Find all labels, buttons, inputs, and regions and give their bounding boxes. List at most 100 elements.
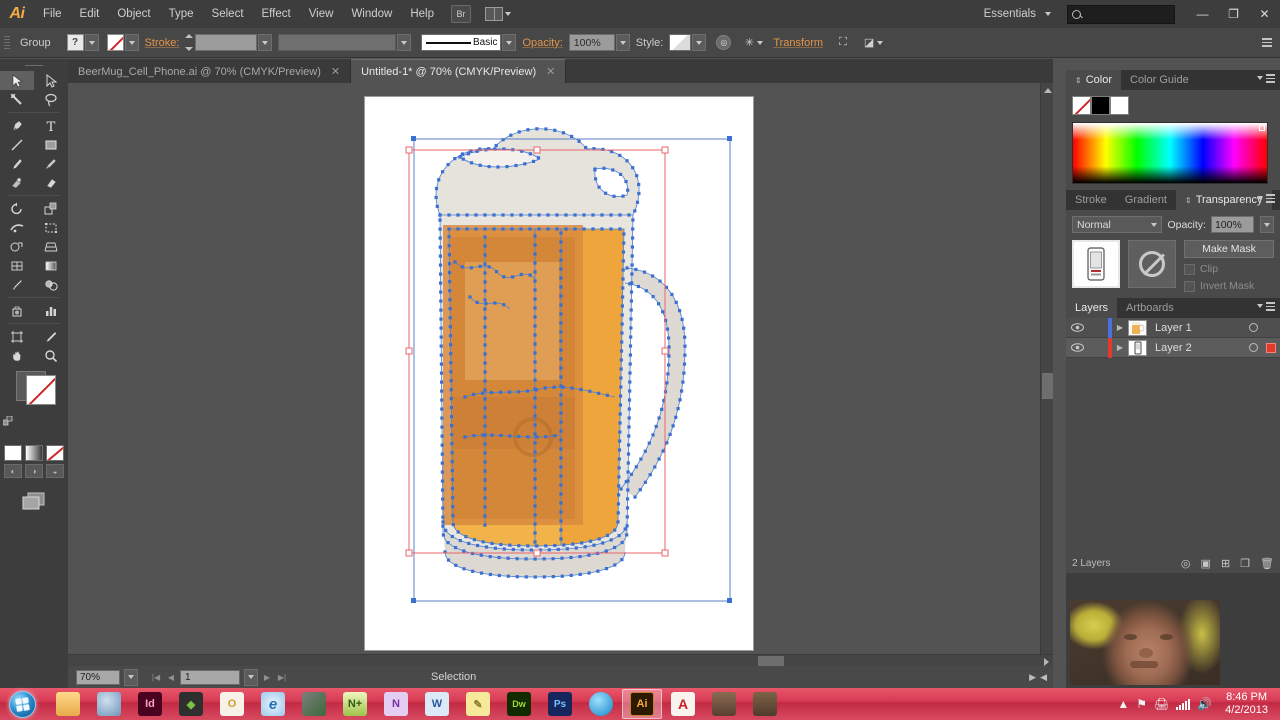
brush-definition-field[interactable]: Basic: [421, 34, 502, 51]
gradient-fill-button[interactable]: [25, 445, 43, 461]
symbol-sprayer-tool[interactable]: [0, 301, 34, 320]
brush-dropdown-arrow[interactable]: [502, 34, 517, 51]
paintbrush-tool[interactable]: [0, 154, 34, 173]
taskbar-microsoft-word[interactable]: W: [417, 689, 457, 719]
gradient-tool[interactable]: [34, 256, 68, 275]
layer-target-icon[interactable]: [1244, 343, 1262, 352]
menu-edit[interactable]: Edit: [71, 0, 109, 28]
layer-name[interactable]: Layer 2: [1147, 342, 1244, 354]
type-tool[interactable]: T: [34, 116, 68, 135]
none-fill-button[interactable]: [46, 445, 64, 461]
horizontal-scroll-thumb[interactable]: [758, 656, 784, 666]
draw-behind-button[interactable]: ◑: [25, 464, 43, 478]
clip-checkbox-row[interactable]: Clip: [1184, 263, 1274, 275]
vertical-scroll-thumb[interactable]: [1042, 373, 1053, 399]
draw-normal-button[interactable]: ◐: [4, 464, 22, 478]
zoom-tool[interactable]: [34, 346, 68, 365]
stroke-label[interactable]: Stroke:: [145, 37, 180, 49]
invert-mask-checkbox-row[interactable]: Invert Mask: [1184, 280, 1274, 292]
zoom-dropdown-arrow[interactable]: [124, 668, 138, 686]
menu-type[interactable]: Type: [160, 0, 203, 28]
document-tab-beermug[interactable]: BeerMug_Cell_Phone.ai @ 70% (CMYK/Previe…: [68, 59, 352, 83]
next-artboard-button[interactable]: ▶: [261, 670, 273, 684]
action-center-flag-icon[interactable]: ⚑: [1136, 697, 1147, 711]
menu-effect[interactable]: Effect: [253, 0, 300, 28]
create-sublayer-icon[interactable]: ⊞: [1221, 557, 1230, 570]
taskbar-adobe-indesign[interactable]: Id: [130, 689, 170, 719]
blob-brush-tool[interactable]: [0, 173, 34, 192]
scroll-right-arrow-icon[interactable]: [1044, 658, 1049, 666]
tab-layers[interactable]: Layers: [1066, 298, 1118, 318]
canvas-horizontal-scrollbar[interactable]: [68, 654, 1053, 666]
stroke-weight-spinner[interactable]: [185, 34, 194, 51]
rectangle-tool[interactable]: [34, 135, 68, 154]
last-artboard-button[interactable]: ▶|: [276, 670, 288, 684]
taskbar-photo-viewer[interactable]: [89, 689, 129, 719]
visibility-toggle-icon[interactable]: [1066, 323, 1088, 332]
scale-tool[interactable]: [34, 199, 68, 218]
stroke-weight-dropdown-arrow[interactable]: [258, 34, 273, 51]
blend-mode-select[interactable]: Normal: [1072, 216, 1163, 233]
graphic-style-swatch[interactable]: [669, 34, 692, 51]
swatch-black[interactable]: [1091, 96, 1110, 115]
zoom-level-field[interactable]: 70%: [76, 669, 120, 685]
profile-dropdown-arrow[interactable]: [397, 34, 412, 51]
rotate-tool[interactable]: [0, 199, 34, 218]
arrange-documents-icon[interactable]: [485, 7, 511, 21]
taskbar-microsoft-onenote[interactable]: N: [376, 689, 416, 719]
taskbar-microsoft-outlook[interactable]: O: [212, 689, 252, 719]
slice-tool[interactable]: [34, 327, 68, 346]
taskbar-notepad-plus-plus[interactable]: N+: [335, 689, 375, 719]
control-bar-grip[interactable]: [4, 34, 12, 52]
menu-view[interactable]: View: [300, 0, 343, 28]
taskbar-windows-explorer[interactable]: [48, 689, 88, 719]
stroke-color-swatch[interactable]: [26, 375, 56, 405]
close-icon[interactable]: ✕: [546, 65, 555, 78]
create-new-layer-icon[interactable]: ❐: [1240, 557, 1250, 570]
stroke-profile-field[interactable]: [278, 34, 397, 51]
close-button[interactable]: ✕: [1249, 3, 1280, 25]
locate-object-icon[interactable]: ◎: [1181, 557, 1191, 570]
perspective-grid-tool[interactable]: [34, 237, 68, 256]
artboard-dropdown-arrow[interactable]: [244, 668, 258, 686]
mesh-tool[interactable]: [0, 256, 34, 275]
tools-panel-grip[interactable]: [0, 59, 68, 71]
pen-tool[interactable]: [0, 116, 34, 135]
swatch-none[interactable]: [1072, 96, 1091, 115]
eraser-tool[interactable]: [34, 173, 68, 192]
transparency-panel-menu-icon[interactable]: [1257, 194, 1275, 203]
delete-layer-icon[interactable]: 🗑: [1260, 557, 1274, 570]
control-panel-menu-icon[interactable]: [1262, 38, 1272, 47]
taskbar-sticky-notes[interactable]: ✎: [458, 689, 498, 719]
layer-row-2[interactable]: ▶ Layer 2: [1066, 337, 1280, 358]
make-clipping-mask-icon[interactable]: ▣: [1201, 557, 1211, 570]
taskbar-internet-explorer[interactable]: e: [253, 689, 293, 719]
show-hidden-icons-icon[interactable]: ▲: [1117, 697, 1129, 711]
document-tab-untitled[interactable]: Untitled-1* @ 70% (CMYK/Preview) ✕: [351, 59, 567, 83]
tab-gradient[interactable]: Gradient: [1115, 190, 1176, 210]
column-graph-tool[interactable]: [34, 301, 68, 320]
taskbar-adobe-dreamweaver[interactable]: Dw: [499, 689, 539, 719]
transparency-opacity-field[interactable]: 100%: [1210, 216, 1255, 233]
mask-thumbnail[interactable]: [1128, 240, 1176, 288]
fill-swatch[interactable]: ?: [66, 34, 84, 51]
blend-tool[interactable]: [34, 275, 68, 294]
workspace-switcher[interactable]: Essentials: [974, 8, 1061, 20]
shape-builder-tool[interactable]: [0, 237, 34, 256]
taskbar-adobe-photoshop[interactable]: Ps: [540, 689, 580, 719]
tab-stroke[interactable]: Stroke: [1066, 190, 1116, 210]
style-dropdown-arrow[interactable]: [692, 34, 707, 51]
opacity-field[interactable]: 100%: [568, 34, 615, 51]
select-similar-icon[interactable]: ◪: [861, 35, 877, 50]
transform-label[interactable]: Transform: [773, 37, 823, 49]
fill-dropdown-arrow[interactable]: [84, 34, 99, 51]
menu-help[interactable]: Help: [401, 0, 443, 28]
pencil-tool[interactable]: [34, 154, 68, 173]
transparency-opacity-dropdown-arrow[interactable]: [1260, 216, 1274, 233]
artboard-tool[interactable]: [0, 327, 34, 346]
search-input[interactable]: [1067, 4, 1175, 24]
opacity-dropdown-arrow[interactable]: [615, 34, 630, 51]
direct-selection-tool[interactable]: [34, 71, 68, 90]
minimize-button[interactable]: —: [1187, 3, 1218, 25]
layer-target-icon[interactable]: [1244, 323, 1262, 332]
